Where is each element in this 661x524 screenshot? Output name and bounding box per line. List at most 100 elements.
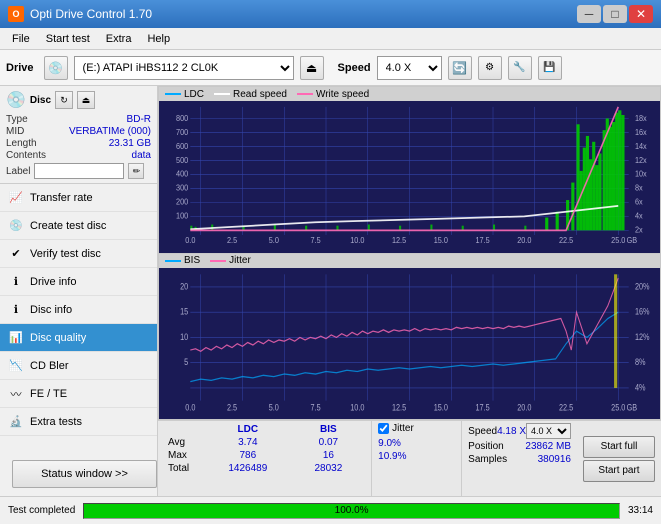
write-speed-legend: Write speed — [316, 89, 369, 100]
svg-text:8x: 8x — [635, 183, 643, 192]
svg-text:25.0: 25.0 — [611, 403, 626, 413]
svg-text:2.5: 2.5 — [227, 403, 238, 413]
svg-text:800: 800 — [176, 113, 188, 122]
stats-area: LDC BIS Avg 3.74 0.07 Max — [158, 420, 661, 496]
jitter-legend: Jitter — [229, 255, 251, 266]
menu-start-test[interactable]: Start test — [38, 31, 98, 47]
status-window-button[interactable]: Status window >> — [12, 460, 157, 488]
disc-refresh-btn[interactable]: ↻ — [55, 91, 73, 109]
svg-text:22.5: 22.5 — [559, 403, 574, 413]
chart1-svg: 800 700 600 500 400 300 200 100 18x 16x … — [159, 101, 660, 253]
svg-text:500: 500 — [176, 155, 188, 164]
app-title: Opti Drive Control 1.70 — [30, 7, 152, 21]
label-label: Label — [6, 166, 30, 177]
nav-create-test-disc[interactable]: 💿 Create test disc — [0, 212, 157, 240]
disc-eject-btn[interactable]: ⏏ — [77, 91, 95, 109]
svg-text:20.0: 20.0 — [517, 403, 532, 413]
drive-label: Drive — [6, 62, 34, 74]
menu-file[interactable]: File — [4, 31, 38, 47]
mid-value: VERBATIMe (000) — [69, 126, 151, 137]
fe-te-icon: 〰 — [8, 386, 24, 402]
extra-tests-icon: 🔬 — [8, 414, 24, 430]
chart1-body: 800 700 600 500 400 300 200 100 18x 16x … — [159, 101, 660, 253]
svg-text:18x: 18x — [635, 113, 647, 122]
svg-text:25.0: 25.0 — [611, 236, 625, 245]
nav-disc-info[interactable]: ℹ Disc info — [0, 296, 157, 324]
jitter-checkbox[interactable] — [378, 423, 389, 434]
status-btn-container: Status window >> — [0, 452, 157, 496]
speed-label: Speed — [338, 62, 371, 74]
start-part-button[interactable]: Start part — [583, 460, 655, 482]
settings-button2[interactable]: 🔧 — [508, 56, 532, 80]
settings-button1[interactable]: ⚙ — [478, 56, 502, 80]
svg-text:100: 100 — [176, 211, 188, 220]
maximize-button[interactable]: □ — [603, 5, 627, 23]
svg-text:12.5: 12.5 — [392, 403, 407, 413]
speed-select[interactable]: 4.0 X MAX 1.0 X 2.0 X 8.0 X — [377, 56, 442, 80]
eject-button[interactable]: ⏏ — [300, 56, 324, 80]
length-value: 23.31 GB — [109, 138, 151, 149]
svg-text:10x: 10x — [635, 169, 647, 178]
disc-quality-chart: LDC Read speed Write speed — [159, 87, 660, 253]
svg-text:15.0: 15.0 — [434, 403, 449, 413]
close-button[interactable]: ✕ — [629, 5, 653, 23]
total-label: Total — [164, 462, 204, 475]
label-edit-btn[interactable]: ✏ — [128, 163, 144, 179]
right-panel: LDC Read speed Write speed — [158, 86, 661, 496]
window-controls: ─ □ ✕ — [577, 5, 653, 23]
speed-dropdown[interactable]: 4.0 X — [526, 423, 571, 439]
nav-fe-te[interactable]: 〰 FE / TE — [0, 380, 157, 408]
svg-text:7.5: 7.5 — [310, 403, 321, 413]
svg-text:14x: 14x — [635, 141, 647, 150]
max-jitter: 10.9% — [378, 450, 455, 463]
nav-drive-info[interactable]: ℹ Drive info — [0, 268, 157, 296]
menu-extra[interactable]: Extra — [98, 31, 140, 47]
nav-cd-bler[interactable]: 📉 CD Bler — [0, 352, 157, 380]
svg-text:10.0: 10.0 — [350, 236, 364, 245]
nav-extra-tests[interactable]: 🔬 Extra tests — [0, 408, 157, 436]
menu-bar: File Start test Extra Help — [0, 28, 661, 50]
toolbar: Drive 💿 (E:) ATAPI iHBS112 2 CL0K ⏏ Spee… — [0, 50, 661, 86]
nav-drive-info-label: Drive info — [30, 276, 76, 288]
svg-text:7.5: 7.5 — [310, 236, 320, 245]
menu-help[interactable]: Help — [139, 31, 178, 47]
svg-text:2x: 2x — [635, 225, 643, 234]
svg-text:300: 300 — [176, 183, 188, 192]
total-bis: 28032 — [292, 462, 366, 475]
contents-label: Contents — [6, 150, 46, 161]
bis-legend: BIS — [184, 255, 200, 266]
svg-text:200: 200 — [176, 197, 188, 206]
type-value: BD-R — [127, 114, 151, 125]
drive-icon-btn[interactable]: 💿 — [44, 56, 68, 80]
samples-label: Samples — [468, 454, 507, 465]
avg-jitter: 9.0% — [378, 437, 455, 450]
label-input[interactable] — [34, 163, 124, 179]
nav-disc-quality[interactable]: 📊 Disc quality — [0, 324, 157, 352]
svg-text:10.0: 10.0 — [350, 403, 365, 413]
chart2-svg: 20 15 10 5 20% 16% 12% 8% 4% 0.0 2.5 5.0 — [159, 268, 660, 420]
start-full-button[interactable]: Start full — [583, 436, 655, 458]
nav-cd-bler-label: CD Bler — [30, 360, 69, 372]
nav-verify-test-disc[interactable]: ✔ Verify test disc — [0, 240, 157, 268]
ldc-header: LDC — [204, 423, 292, 436]
create-test-icon: 💿 — [8, 218, 24, 234]
disc-section: 💿 Disc ↻ ⏏ Type BD-R MID VERBATIMe (000)… — [0, 86, 157, 184]
svg-text:20%: 20% — [635, 281, 650, 291]
nav-transfer-rate[interactable]: 📈 Transfer rate — [0, 184, 157, 212]
svg-text:8%: 8% — [635, 357, 646, 367]
svg-text:16%: 16% — [635, 307, 650, 317]
chart1-header: LDC Read speed Write speed — [159, 87, 660, 101]
drive-select[interactable]: (E:) ATAPI iHBS112 2 CL0K — [74, 56, 294, 80]
bis-jitter-chart: BIS Jitter — [159, 254, 660, 420]
minimize-button[interactable]: ─ — [577, 5, 601, 23]
jitter-label: Jitter — [392, 423, 414, 434]
type-label: Type — [6, 114, 28, 125]
status-bar: Test completed 100.0% 33:14 — [0, 496, 661, 524]
save-button[interactable]: 💾 — [538, 56, 562, 80]
main-content: 💿 Disc ↻ ⏏ Type BD-R MID VERBATIMe (000)… — [0, 86, 661, 496]
refresh-button[interactable]: 🔄 — [448, 56, 472, 80]
svg-text:15.0: 15.0 — [434, 236, 448, 245]
start-buttons: Start full Start part — [577, 421, 661, 496]
svg-text:16x: 16x — [635, 127, 647, 136]
samples-value: 380916 — [538, 454, 571, 465]
